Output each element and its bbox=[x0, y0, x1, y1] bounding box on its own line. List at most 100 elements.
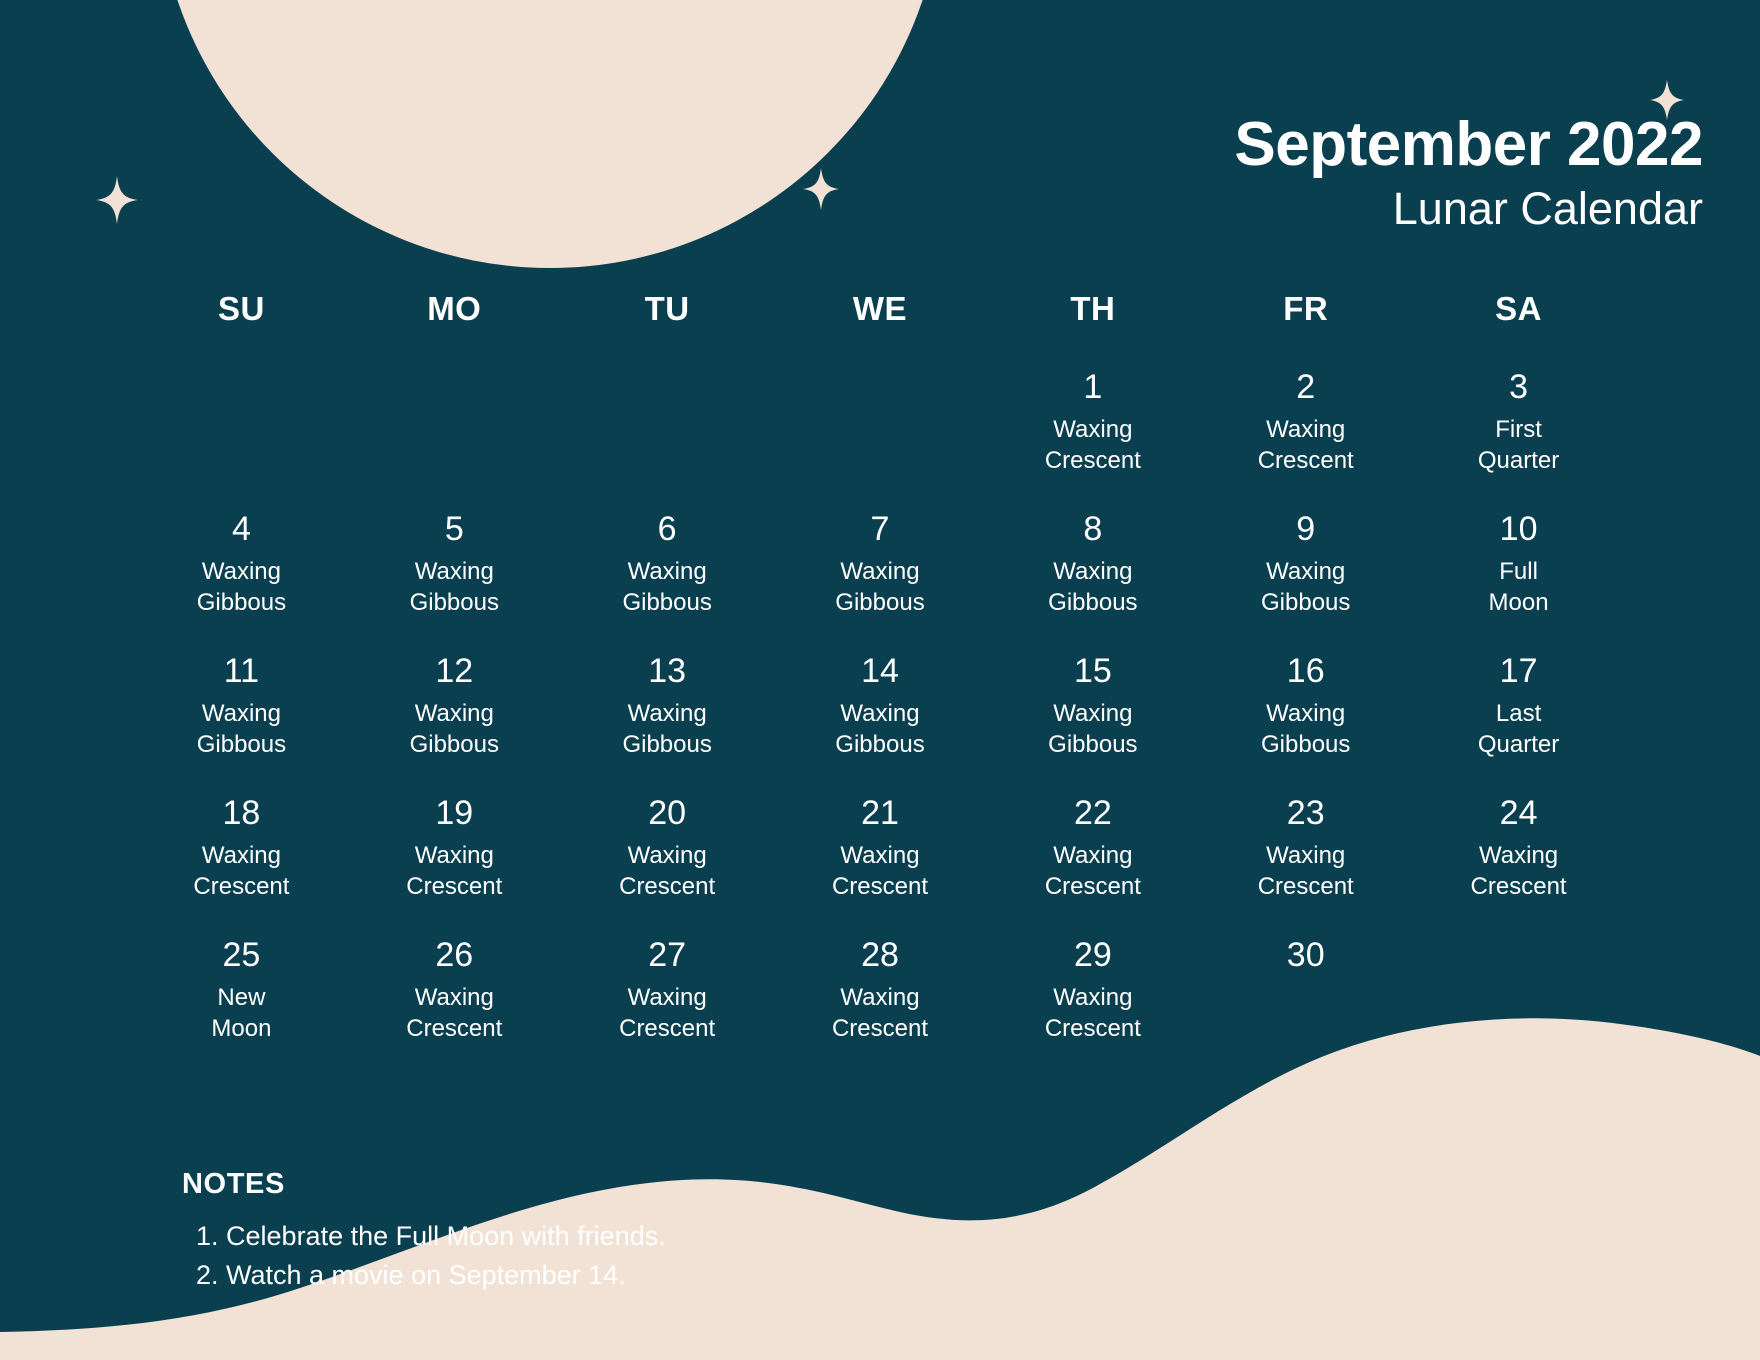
moon-phase-label: New Moon bbox=[211, 984, 272, 1042]
calendar-day-cell[interactable]: 26 Waxing Crescent bbox=[348, 930, 561, 1072]
notes-title: NOTES bbox=[182, 1168, 285, 1200]
weekday-header-sa: SA bbox=[1495, 290, 1542, 327]
calendar-day-cell[interactable]: 11 Waxing Gibbous bbox=[135, 646, 348, 788]
calendar-day-cell[interactable]: 13 Waxing Gibbous bbox=[561, 646, 774, 788]
weekday-header-th: TH bbox=[1070, 290, 1116, 327]
day-number: 29 bbox=[1073, 936, 1112, 974]
moon-phase-label: Full Moon bbox=[1488, 558, 1549, 616]
star-icon bbox=[803, 168, 839, 210]
calendar-day-cell[interactable]: 18 Waxing Crescent bbox=[135, 788, 348, 930]
moon-phase-label: Waxing Crescent bbox=[1044, 984, 1141, 1042]
day-number: 15 bbox=[1073, 652, 1112, 690]
day-number: 22 bbox=[1073, 794, 1112, 832]
calendar-week-row: 4 Waxing Gibbous 5 Waxing Gibbous 6 Waxing Gi… bbox=[135, 504, 1625, 646]
day-number: 19 bbox=[435, 794, 474, 832]
star-icon bbox=[96, 176, 138, 224]
notes-section: NOTES 1. Celebrate the Full Moon with fr… bbox=[182, 1168, 666, 1295]
day-number: 30 bbox=[1286, 936, 1325, 974]
moon-phase-label: Waxing Crescent bbox=[1257, 842, 1354, 900]
day-number: 5 bbox=[444, 510, 464, 548]
moon-phase-label: Waxing Gibbous bbox=[1261, 700, 1351, 758]
calendar-week-row: 11 Waxing Gibbous 12 Waxing Gibbous 13 Waxing… bbox=[135, 646, 1625, 788]
calendar-day-cell[interactable]: 19 Waxing Crescent bbox=[348, 788, 561, 930]
day-number: 17 bbox=[1499, 652, 1538, 690]
calendar-day-cell[interactable]: 3 First Quarter bbox=[1412, 362, 1625, 504]
calendar-grid: SU MO TU WE TH FR SA 1 Waxing Crescent 2 Waxing C… bbox=[135, 290, 1625, 1072]
moon-phase-label: Waxing Gibbous bbox=[196, 700, 287, 758]
moon-phase-label: Waxing Gibbous bbox=[622, 558, 712, 616]
note-item: 2. Watch a movie on September 14. bbox=[196, 1260, 626, 1291]
moon-phase-label: Waxing Gibbous bbox=[835, 558, 925, 616]
weekday-header-su: SU bbox=[218, 290, 265, 327]
day-number: 14 bbox=[861, 652, 899, 690]
calendar-day-cell[interactable]: 12 Waxing Gibbous bbox=[348, 646, 561, 788]
moon-phase-label: Waxing Crescent bbox=[1044, 842, 1141, 900]
day-number: 18 bbox=[222, 794, 261, 832]
day-number: 20 bbox=[648, 794, 687, 832]
moon-phase-label: Waxing Crescent bbox=[619, 842, 716, 900]
day-number: 2 bbox=[1296, 368, 1316, 406]
calendar-day-cell[interactable]: 15 Waxing Gibbous bbox=[986, 646, 1199, 788]
calendar-day-cell[interactable]: 9 Waxing Gibbous bbox=[1199, 504, 1412, 646]
note-item: 1. Celebrate the Full Moon with friends. bbox=[196, 1221, 666, 1251]
page-subtitle: Lunar Calendar bbox=[1392, 183, 1703, 235]
calendar-day-cell[interactable]: 28 Waxing Crescent bbox=[774, 930, 987, 1072]
day-number: 16 bbox=[1286, 652, 1325, 690]
calendar-day-cell[interactable]: 7 Waxing Gibbous bbox=[774, 504, 987, 646]
calendar-week-row: 25 New Moon 26 Waxing Crescent 27 Waxing Cres… bbox=[135, 930, 1625, 1072]
moon-phase-label: Waxing Crescent bbox=[406, 984, 503, 1042]
calendar-day-cell[interactable]: 4 Waxing Gibbous bbox=[135, 504, 348, 646]
calendar-day-cell[interactable]: 23 Waxing Crescent bbox=[1199, 788, 1412, 930]
day-number: 12 bbox=[435, 652, 474, 690]
moon-phase-label: Waxing Crescent bbox=[831, 842, 929, 900]
calendar-day-cell[interactable]: 16 Waxing Gibbous bbox=[1199, 646, 1412, 788]
calendar-day-cell[interactable]: 10 Full Moon bbox=[1412, 504, 1625, 646]
calendar-day-cell[interactable]: 17 Last Quarter bbox=[1412, 646, 1625, 788]
weekday-header-mo: MO bbox=[427, 290, 482, 327]
day-number: 9 bbox=[1296, 510, 1316, 548]
calendar-weeks: 1 Waxing Crescent 2 Waxing Crescent 3 First Q… bbox=[135, 362, 1625, 1072]
calendar-day-cell[interactable]: 21 Waxing Crescent bbox=[774, 788, 987, 930]
page-title: September 2022 bbox=[1234, 110, 1703, 179]
calendar-day-cell[interactable]: 25 New Moon bbox=[135, 930, 348, 1072]
calendar-week-row: 1 Waxing Crescent 2 Waxing Crescent 3 First Q… bbox=[135, 362, 1625, 504]
calendar-day-cell[interactable]: 30 bbox=[1199, 930, 1412, 1072]
day-number: 26 bbox=[435, 936, 474, 974]
weekday-header-tu: TU bbox=[644, 290, 690, 327]
moon-phase-label: Waxing Gibbous bbox=[196, 558, 287, 616]
moon-phase-label: Last Quarter bbox=[1477, 700, 1560, 758]
calendar-day-cell[interactable]: 6 Waxing Gibbous bbox=[561, 504, 774, 646]
calendar-day-cell[interactable]: 5 Waxing Gibbous bbox=[348, 504, 561, 646]
notes-list: 1. Celebrate the Full Moon with friends.… bbox=[182, 1217, 666, 1295]
moon-phase-label: Waxing Crescent bbox=[1257, 416, 1354, 474]
day-number: 23 bbox=[1286, 794, 1325, 832]
moon-phase-label: Waxing Gibbous bbox=[622, 700, 712, 758]
moon-phase-label: First Quarter bbox=[1477, 416, 1560, 474]
calendar-day-cell[interactable]: 8 Waxing Gibbous bbox=[986, 504, 1199, 646]
calendar-day-cell[interactable]: 24 Waxing Crescent bbox=[1412, 788, 1625, 930]
calendar-day-cell[interactable]: 27 Waxing Crescent bbox=[561, 930, 774, 1072]
day-number: 21 bbox=[861, 794, 899, 832]
moon-phase-label: Waxing Gibbous bbox=[409, 558, 499, 616]
calendar-day-cell[interactable]: 2 Waxing Crescent bbox=[1199, 362, 1412, 504]
day-number: 4 bbox=[231, 510, 251, 548]
calendar-day-cell[interactable]: 14 Waxing Gibbous bbox=[774, 646, 987, 788]
day-number: 11 bbox=[223, 652, 260, 690]
lunar-calendar-page: September 2022 Lunar Calendar SU MO TU WE TH… bbox=[0, 0, 1760, 1360]
day-number: 24 bbox=[1499, 794, 1538, 832]
day-number: 25 bbox=[222, 936, 261, 974]
day-number: 6 bbox=[657, 510, 677, 548]
calendar-day-cell[interactable]: 20 Waxing Crescent bbox=[561, 788, 774, 930]
moon-phase-label: Waxing Crescent bbox=[1470, 842, 1567, 900]
calendar-day-cell[interactable]: 1 Waxing Crescent bbox=[986, 362, 1199, 504]
moon-phase-label: Waxing Gibbous bbox=[1048, 700, 1138, 758]
day-number: 27 bbox=[648, 936, 687, 974]
calendar-day-cell[interactable]: 29 Waxing Crescent bbox=[986, 930, 1199, 1072]
moon-illustration bbox=[177, 0, 923, 268]
day-number: 8 bbox=[1083, 510, 1103, 548]
moon-phase-label: Waxing Gibbous bbox=[835, 700, 925, 758]
calendar-day-cell[interactable]: 22 Waxing Crescent bbox=[986, 788, 1199, 930]
weekday-header-row: SU MO TU WE TH FR SA bbox=[135, 290, 1625, 328]
day-number: 10 bbox=[1499, 510, 1538, 548]
moon-phase-label: Waxing Gibbous bbox=[1261, 558, 1351, 616]
